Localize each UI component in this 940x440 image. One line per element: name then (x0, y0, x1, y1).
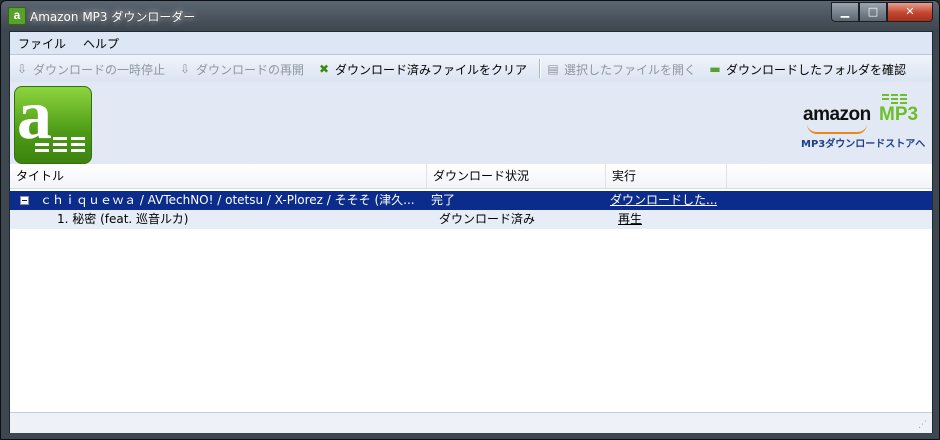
title-bar[interactable]: a Amazon MP3 ダウンローダー ▁ □ ✕ (1, 1, 939, 31)
maximize-button[interactable]: □ (859, 2, 887, 22)
banner: a amazon MP3 MP3ダウンロードストアへ (10, 81, 932, 165)
mp3-store-link[interactable]: MP3ダウンロードストアへ (801, 135, 925, 150)
menu-help[interactable]: ヘルプ (83, 35, 119, 52)
track-status: ダウンロード済み (439, 212, 536, 226)
album-title: ｃｈｉｑｕｅｗａ / AVTechNO! / otetsu / X-Plorez… (40, 193, 415, 207)
play-link[interactable]: 再生 (618, 210, 642, 229)
window-controls: ▁ □ ✕ (831, 2, 933, 22)
amazon-mp3-app-logo: a (14, 81, 92, 164)
close-button[interactable]: ✕ (887, 2, 933, 22)
resume-arrow-icon: ⇩ (179, 62, 191, 76)
table-row-track[interactable]: 1. 秘密 (feat. 巡音ルカ) ダウンロード済み 再生 (10, 210, 932, 229)
clear-downloaded-label: ダウンロード済みファイルをクリア (335, 62, 528, 77)
equalizer-bars-icon (31, 135, 87, 157)
column-action[interactable]: 実行 (606, 164, 727, 188)
album-status: 完了 (431, 193, 456, 207)
table-header: タイトル ダウンロード状況 実行 (10, 164, 932, 189)
downloaded-folder-link[interactable]: ダウンロードした... (610, 191, 717, 210)
table-row-album[interactable]: ｃｈｉｑｕｅｗａ / AVTechNO! / otetsu / X-Plorez… (10, 191, 932, 210)
status-bar: ⋰ (10, 412, 932, 433)
pause-download-button[interactable]: ⇩ ダウンロードの一時停止 (14, 60, 165, 78)
clear-downloads-icon: ✖ (318, 62, 330, 76)
collapse-toggle-icon[interactable] (20, 196, 29, 205)
client-area: ファイル ヘルプ ⇩ ダウンロードの一時停止 ⇩ ダウンロードの再開 ✖ ダウン… (9, 31, 933, 433)
open-folder-button[interactable]: ▬ ダウンロードしたフォルダを確認 (707, 60, 906, 78)
amazon-smile-icon (807, 124, 867, 134)
track-title: 1. 秘密 (feat. 巡音ルカ) (57, 212, 189, 226)
menu-file[interactable]: ファイル (18, 35, 66, 52)
app-window: a Amazon MP3 ダウンローダー ▁ □ ✕ ファイル ヘルプ ⇩ ダウ… (0, 0, 940, 440)
download-list: タイトル ダウンロード状況 実行 ｃｈｉｑｕｅｗａ / AVTechNO! / … (10, 164, 932, 412)
brand-mp3-text: MP3 (879, 104, 919, 125)
window-title: Amazon MP3 ダウンローダー (30, 10, 196, 24)
menu-bar: ファイル ヘルプ (10, 32, 932, 54)
toolbar-separator (539, 59, 541, 78)
minimize-button[interactable]: ▁ (831, 2, 859, 22)
app-icon: a (8, 7, 26, 25)
folder-icon: ▬ (709, 62, 721, 76)
pause-arrow-icon: ⇩ (16, 62, 28, 76)
open-file-icon: ▤ (547, 62, 559, 76)
resize-grip-icon[interactable]: ⋰ (918, 419, 930, 431)
pause-download-label: ダウンロードの一時停止 (33, 62, 166, 77)
clear-downloaded-button[interactable]: ✖ ダウンロード済みファイルをクリア (316, 60, 527, 78)
open-selected-button[interactable]: ▤ 選択したファイルを開く (545, 60, 696, 78)
open-selected-label: 選択したファイルを開く (564, 62, 697, 77)
column-status[interactable]: ダウンロード状況 (427, 164, 606, 188)
toolbar: ⇩ ダウンロードの一時停止 ⇩ ダウンロードの再開 ✖ ダウンロード済みファイル… (10, 54, 932, 83)
open-folder-label: ダウンロードしたフォルダを確認 (726, 62, 907, 77)
resume-download-label: ダウンロードの再開 (196, 62, 305, 77)
resume-download-button[interactable]: ⇩ ダウンロードの再開 (177, 60, 304, 78)
brand-amazon-text: amazon (803, 104, 871, 125)
column-title[interactable]: タイトル (10, 164, 427, 188)
